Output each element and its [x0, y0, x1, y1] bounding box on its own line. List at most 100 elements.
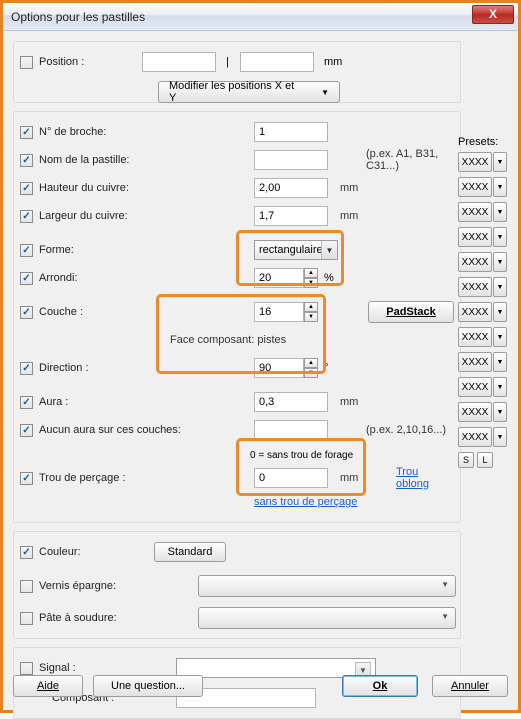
soldermask-checkbox[interactable] [20, 580, 33, 593]
preset-dropdown[interactable]: ▼ [493, 377, 507, 397]
color-label: Couleur: [39, 546, 81, 558]
paste-checkbox[interactable] [20, 612, 33, 625]
aura-label: Aura : [39, 396, 68, 408]
copper-height-unit: mm [340, 182, 358, 194]
direction-input[interactable] [254, 358, 304, 378]
rounded-spin-up[interactable]: ▲ [304, 268, 318, 278]
oblong-hole-link[interactable]: Trou oblong [396, 466, 454, 490]
presets-header: Presets: [458, 136, 510, 148]
preset-button[interactable]: XXXX [458, 302, 492, 322]
preset-button[interactable]: XXXX [458, 177, 492, 197]
aura-unit: mm [340, 396, 358, 408]
direction-label: Direction : [39, 362, 89, 374]
copper-height-checkbox[interactable] [20, 182, 33, 195]
cancel-label: Annuler [451, 680, 489, 692]
no-drill-link[interactable]: sans trou de perçage [254, 496, 357, 508]
layer-checkbox[interactable] [20, 306, 33, 319]
drill-unit: mm [340, 472, 358, 484]
color-checkbox[interactable] [20, 546, 33, 559]
ok-label: Ok [373, 680, 388, 692]
no-aura-hint: (p.ex. 2,10,16...) [366, 424, 446, 436]
preset-save-button[interactable]: S [458, 452, 474, 468]
aura-input[interactable] [254, 392, 328, 412]
pad-name-checkbox[interactable] [20, 154, 33, 167]
preset-button[interactable]: XXXX [458, 227, 492, 247]
question-button[interactable]: Une question... [93, 675, 203, 697]
aura-checkbox[interactable] [20, 396, 33, 409]
copper-height-input[interactable] [254, 178, 328, 198]
rounded-unit: % [324, 272, 334, 284]
soldermask-label: Vernis épargne: [39, 580, 116, 592]
preset-load-button[interactable]: L [477, 452, 493, 468]
direction-spin-down[interactable]: ▼ [304, 368, 318, 378]
rounded-checkbox[interactable] [20, 272, 33, 285]
copper-width-unit: mm [340, 210, 358, 222]
preset-button[interactable]: XXXX [458, 427, 492, 447]
no-aura-checkbox[interactable] [20, 424, 33, 437]
copper-width-input[interactable] [254, 206, 328, 226]
shape-combo[interactable]: rectangulaire ▼ [254, 240, 338, 260]
chevron-down-icon: ▼ [321, 88, 329, 97]
preset-button[interactable]: XXXX [458, 152, 492, 172]
shape-checkbox[interactable] [20, 244, 33, 257]
preset-dropdown[interactable]: ▼ [493, 327, 507, 347]
pin-number-checkbox[interactable] [20, 126, 33, 139]
preset-dropdown[interactable]: ▼ [493, 202, 507, 222]
copper-width-label: Largeur du cuivre: [39, 210, 128, 222]
paste-combo[interactable] [198, 607, 456, 629]
pad-name-label: Nom de la pastille: [39, 154, 130, 166]
layer-spin-down[interactable]: ▼ [304, 312, 318, 322]
help-button[interactable]: Aide [13, 675, 83, 697]
pin-number-input[interactable] [254, 122, 328, 142]
position-label: Position : [39, 56, 84, 68]
direction-spin-up[interactable]: ▲ [304, 358, 318, 368]
soldermask-combo[interactable] [198, 575, 456, 597]
ok-button[interactable]: Ok [342, 675, 418, 697]
layer-note: Face composant: pistes [170, 334, 286, 346]
modify-xy-button[interactable]: Modifier les positions X et Y ▼ [158, 81, 340, 103]
position-checkbox[interactable] [20, 56, 33, 69]
close-button[interactable]: X [472, 5, 514, 24]
direction-unit: ° [324, 362, 328, 374]
padstack-button[interactable]: PadStack [368, 301, 454, 323]
preset-dropdown[interactable]: ▼ [493, 352, 507, 372]
direction-checkbox[interactable] [20, 362, 33, 375]
drill-input[interactable] [254, 468, 328, 488]
position-unit: mm [324, 56, 342, 68]
window-title: Options pour les pastilles [3, 10, 145, 24]
preset-dropdown[interactable]: ▼ [493, 227, 507, 247]
no-aura-input[interactable] [254, 420, 328, 440]
layer-label: Couche : [39, 306, 83, 318]
preset-dropdown[interactable]: ▼ [493, 402, 507, 422]
preset-button[interactable]: XXXX [458, 402, 492, 422]
position-y-input[interactable] [240, 52, 314, 72]
position-x-input[interactable] [142, 52, 216, 72]
color-standard-button[interactable]: Standard [154, 542, 226, 562]
preset-button[interactable]: XXXX [458, 252, 492, 272]
preset-dropdown[interactable]: ▼ [493, 152, 507, 172]
paste-label: Pâte à soudure: [39, 612, 117, 624]
preset-dropdown[interactable]: ▼ [493, 252, 507, 272]
preset-button[interactable]: XXXX [458, 352, 492, 372]
layer-input[interactable] [254, 302, 304, 322]
preset-button[interactable]: XXXX [458, 377, 492, 397]
preset-dropdown[interactable]: ▼ [493, 302, 507, 322]
copper-height-label: Hauteur du cuivre: [39, 182, 129, 194]
preset-dropdown[interactable]: ▼ [493, 177, 507, 197]
preset-dropdown[interactable]: ▼ [493, 277, 507, 297]
no-aura-label: Aucun aura sur ces couches: [39, 424, 181, 436]
layer-spin-up[interactable]: ▲ [304, 302, 318, 312]
preset-button[interactable]: XXXX [458, 202, 492, 222]
preset-button[interactable]: XXXX [458, 327, 492, 347]
copper-width-checkbox[interactable] [20, 210, 33, 223]
pad-name-input[interactable] [254, 150, 328, 170]
preset-dropdown[interactable]: ▼ [493, 427, 507, 447]
position-sep: | [226, 56, 229, 68]
rounded-input[interactable] [254, 268, 304, 288]
rounded-label: Arrondi: [39, 272, 78, 284]
preset-button[interactable]: XXXX [458, 277, 492, 297]
cancel-button[interactable]: Annuler [432, 675, 508, 697]
drill-label: Trou de perçage : [39, 472, 125, 484]
rounded-spin-down[interactable]: ▼ [304, 278, 318, 288]
drill-checkbox[interactable] [20, 472, 33, 485]
